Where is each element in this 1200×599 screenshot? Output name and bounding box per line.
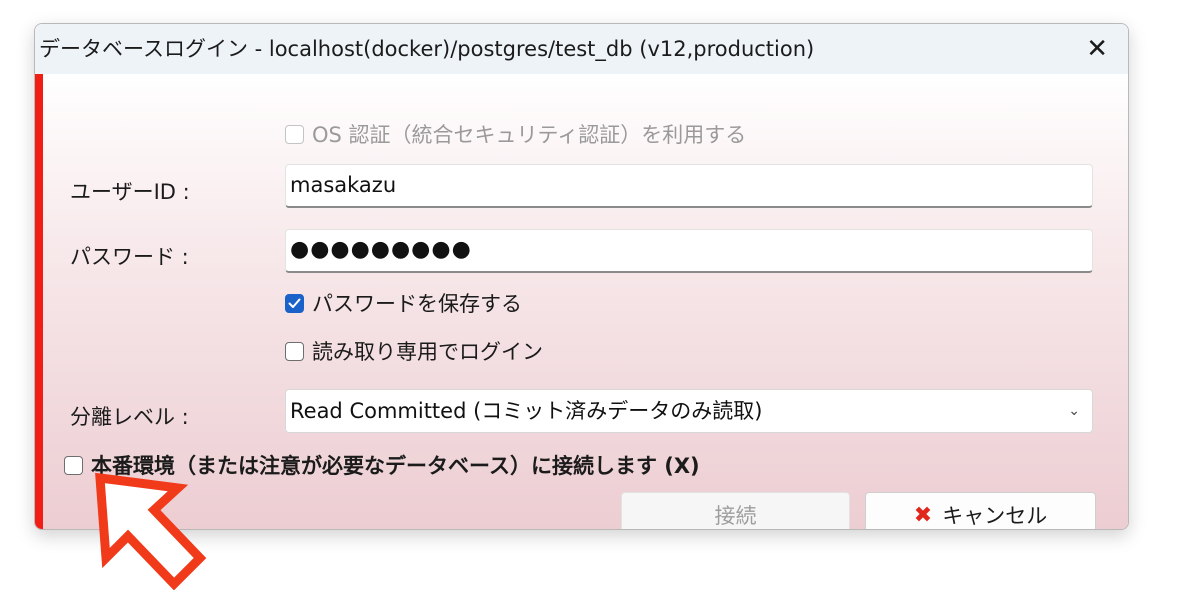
os-auth-checkbox[interactable]: OS 認証（統合セキュリティ認証）を利用する <box>285 119 746 149</box>
save-password-label: パスワードを保存する <box>312 292 522 316</box>
save-password-checkbox[interactable]: パスワードを保存する <box>285 288 522 318</box>
os-auth-label: OS 認証（統合セキュリティ認証）を利用する <box>312 123 747 147</box>
isolation-level-value: Read Committed (コミット済みデータのみ読取) <box>290 399 763 423</box>
window-title: データベースログイン - localhost(docker)/postgres/… <box>39 37 815 61</box>
dialog-body: OS 認証（統合セキュリティ認証）を利用する ユーザーID : masakazu… <box>35 74 1128 529</box>
title-bar: データベースログイン - localhost(docker)/postgres/… <box>35 24 1128 74</box>
user-id-label: ユーザーID : <box>70 180 190 204</box>
password-label: パスワード : <box>70 245 189 269</box>
production-indicator-bar <box>35 74 43 529</box>
read-only-checkbox-box[interactable] <box>285 341 304 361</box>
isolation-level-select[interactable]: Read Committed (コミット済みデータのみ読取) ⌄ <box>285 389 1093 433</box>
password-input[interactable]: ●●●●●●●●● <box>285 229 1093 273</box>
pointer-arrow-icon <box>95 472 207 590</box>
cancel-button-label: キャンセル <box>942 504 1048 528</box>
login-dialog: データベースログイン - localhost(docker)/postgres/… <box>34 23 1129 530</box>
cancel-button[interactable]: ✖ キャンセル <box>865 492 1096 529</box>
read-only-label: 読み取り専用でログイン <box>312 340 543 364</box>
cancel-x-icon: ✖ <box>913 502 933 528</box>
connect-button[interactable]: 接続 <box>621 492 850 529</box>
check-icon[interactable] <box>285 293 304 313</box>
close-icon[interactable]: ✕ <box>1086 24 1108 74</box>
isolation-level-label: 分離レベル : <box>70 405 189 429</box>
user-id-input[interactable]: masakazu <box>285 164 1093 208</box>
production-checkbox-box[interactable] <box>64 455 83 475</box>
connect-button-label: 接続 <box>714 504 757 528</box>
os-auth-checkbox-box[interactable] <box>285 124 304 144</box>
read-only-checkbox[interactable]: 読み取り専用でログイン <box>285 336 543 366</box>
chevron-down-icon: ⌄ <box>1068 403 1080 419</box>
